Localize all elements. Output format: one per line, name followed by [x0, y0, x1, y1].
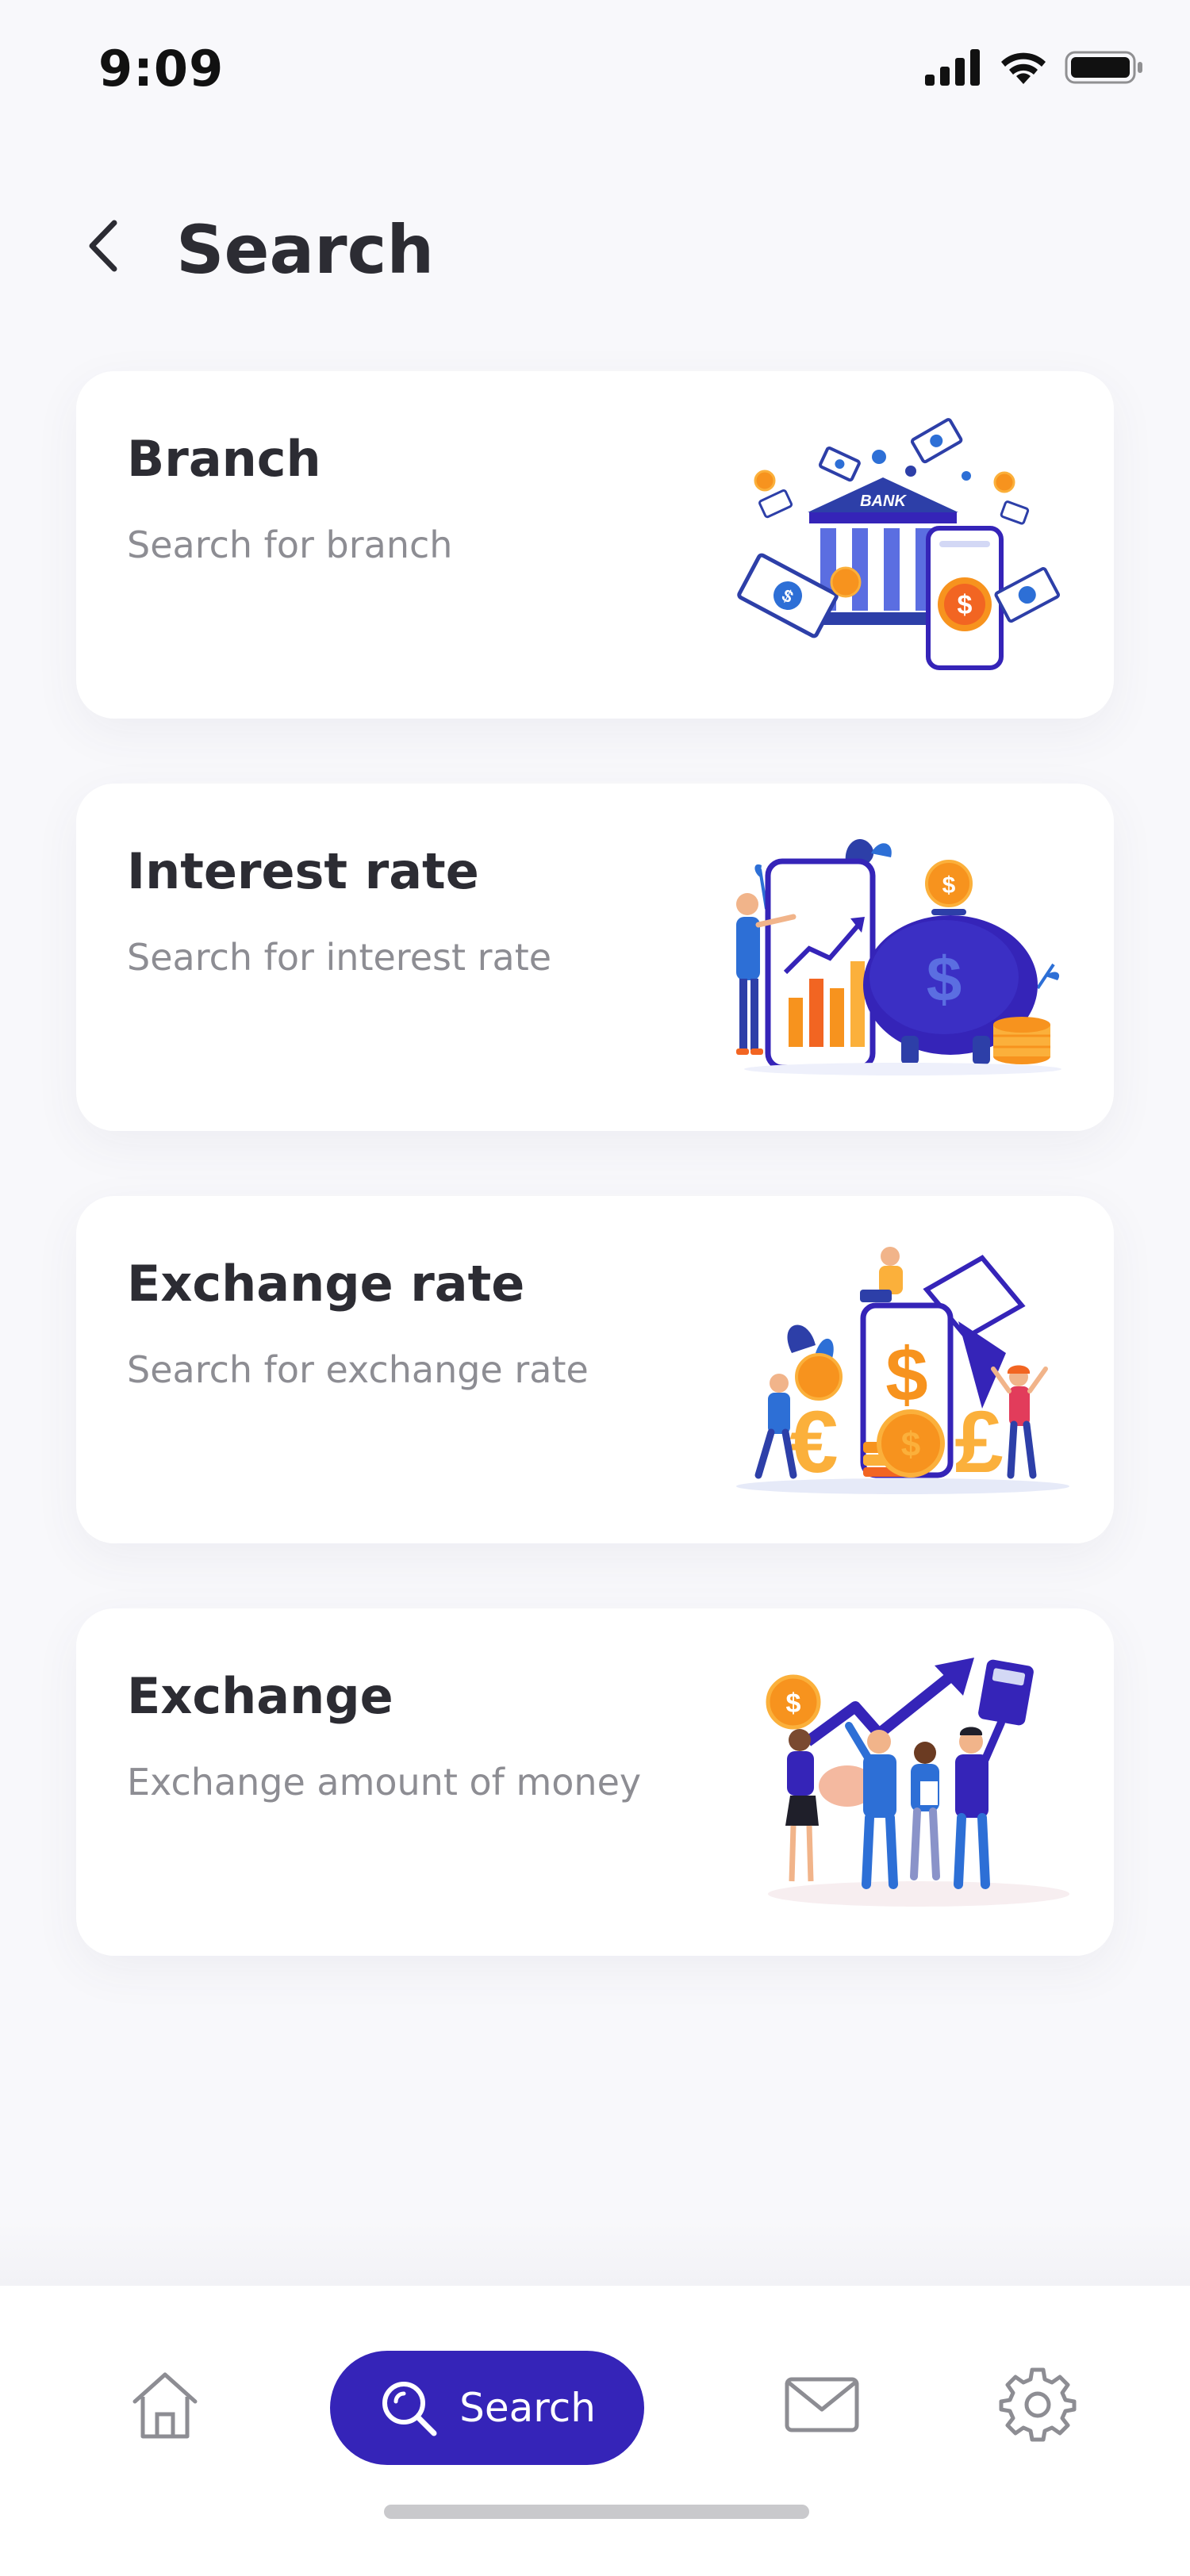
card-title: Exchange rate [127, 1255, 525, 1313]
card-subtitle: Search for branch [127, 523, 453, 566]
svg-text:$: $ [942, 872, 956, 899]
currency-exchange-illustration: $ € $ £ [736, 1247, 1069, 1494]
header: Search [0, 190, 1190, 309]
card-title: Branch [127, 430, 321, 488]
piggy-bank-growth-illustration: $ $ [736, 838, 1061, 1075]
page-title: Search [176, 211, 435, 289]
mail-icon [785, 2377, 859, 2432]
svg-text:$: $ [786, 1689, 801, 1719]
search-options-list: Branch Search for branch BANK $ $ Intere… [76, 371, 1114, 2021]
nav-search-label: Search [459, 2385, 596, 2431]
search-icon [382, 2382, 437, 2436]
battery-icon [1065, 51, 1142, 84]
bottom-nav: Search [0, 2286, 1190, 2576]
branch-card[interactable]: Branch Search for branch BANK $ $ [76, 371, 1114, 719]
svg-text:€: € [789, 1393, 838, 1491]
interest-rate-card[interactable]: Interest rate Search for interest rate $… [76, 784, 1114, 1131]
status-bar: 9:09 [0, 0, 1190, 143]
card-subtitle: Search for interest rate [127, 936, 552, 979]
svg-text:$: $ [927, 944, 962, 1014]
status-time: 9:09 [98, 40, 225, 98]
nav-mail[interactable] [781, 2363, 863, 2446]
home-icon [132, 2372, 198, 2439]
status-icons [925, 49, 1144, 86]
card-title: Interest rate [127, 842, 479, 900]
svg-text:£: £ [954, 1393, 1003, 1491]
svg-text:$: $ [885, 1332, 927, 1417]
team-celebration-illustration: $ [766, 1658, 1069, 1907]
exchange-rate-card[interactable]: Exchange rate Search for exchange rate $… [76, 1196, 1114, 1543]
gear-icon [999, 2367, 1077, 2442]
card-title: Exchange [127, 1667, 393, 1725]
nav-search-button[interactable]: Search [330, 2351, 644, 2465]
wifi-icon [1001, 52, 1046, 84]
home-indicator [384, 2505, 809, 2519]
bank-sign: BANK [860, 493, 907, 510]
svg-text:$: $ [901, 1425, 920, 1464]
bank-illustration: BANK $ $ [737, 418, 1061, 670]
chevron-left-icon [89, 220, 117, 272]
svg-text:$: $ [958, 590, 973, 620]
back-button[interactable] [71, 214, 135, 278]
bottom-fade [0, 2221, 1190, 2286]
card-subtitle: Exchange amount of money [127, 1761, 642, 1804]
card-subtitle: Search for exchange rate [127, 1348, 589, 1391]
exchange-card[interactable]: Exchange Exchange amount of money $ [76, 1608, 1114, 1956]
signal-icon [925, 49, 980, 86]
nav-home[interactable] [124, 2363, 206, 2446]
nav-settings[interactable] [995, 2362, 1081, 2448]
